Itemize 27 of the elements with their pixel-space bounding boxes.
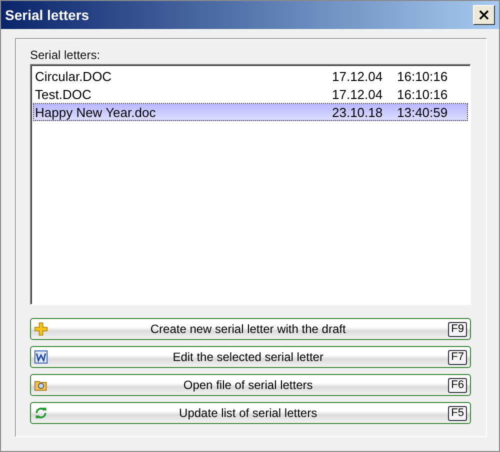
file-row[interactable]: Happy New Year.doc 23.10.18 13:40:59 xyxy=(33,103,468,121)
close-button[interactable]: × xyxy=(473,5,495,25)
shortcut-key: F7 xyxy=(448,350,467,364)
list-label: Serial letters: xyxy=(30,48,102,62)
shortcut-key: F6 xyxy=(448,378,467,392)
action-button[interactable]: Open file of serial letters F6 xyxy=(30,374,471,396)
file-time: 16:10:16 xyxy=(397,86,449,102)
action-button[interactable]: Create new serial letter with the draft F9 xyxy=(30,318,471,340)
refresh-icon xyxy=(34,406,48,420)
shortcut-key: F5 xyxy=(448,406,467,420)
file-name: Happy New Year.doc xyxy=(35,104,157,120)
shortcut-key: F9 xyxy=(448,322,467,336)
plus-icon xyxy=(34,322,48,336)
file-row[interactable]: Circular.DOC 17.12.04 16:10:16 xyxy=(33,67,468,85)
file-time: 16:10:16 xyxy=(397,68,449,84)
action-button[interactable]: Edit the selected serial letter F7 xyxy=(30,346,471,368)
file-name: Circular.DOC xyxy=(35,68,113,84)
file-date: 23.10.18 xyxy=(332,104,384,120)
action-button[interactable]: Update list of serial letters F5 xyxy=(30,402,471,424)
file-name: Test.DOC xyxy=(35,86,92,102)
file-time: 13:40:59 xyxy=(397,104,449,120)
file-date: 17.12.04 xyxy=(332,68,384,84)
window-title: Serial letters xyxy=(5,7,90,23)
folder-icon xyxy=(34,378,48,392)
file-row[interactable]: Test.DOC 17.12.04 16:10:16 xyxy=(33,85,468,103)
document-icon xyxy=(34,350,48,364)
file-date: 17.12.04 xyxy=(332,86,384,102)
